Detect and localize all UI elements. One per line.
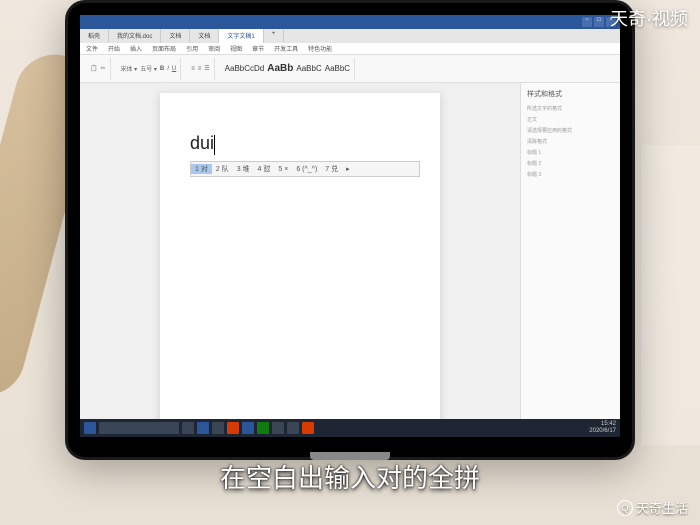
style-h3[interactable]: AaBbC [325, 64, 350, 73]
document-page[interactable]: dui 1 对 2 队 3 堆 4 怼 5 × 6 (^_^) 7 兑 ▸ [160, 93, 440, 433]
task-view-icon[interactable] [182, 422, 194, 434]
menu-review[interactable]: 审阅 [208, 44, 220, 53]
menu-home[interactable]: 开始 [108, 44, 120, 53]
menu-chapter[interactable]: 章节 [252, 44, 264, 53]
panel-title: 样式和格式 [527, 89, 614, 99]
menu-file[interactable]: 文件 [86, 44, 98, 53]
tab-home[interactable]: 稻壳 [80, 29, 109, 43]
underline-button[interactable]: U [172, 66, 176, 72]
panel-item[interactable]: 所选文字的格式 [527, 103, 614, 114]
search-box[interactable] [99, 422, 179, 434]
word-icon[interactable] [242, 422, 254, 434]
ime-cand-7[interactable]: 7 兑 [321, 164, 342, 174]
panel-item[interactable]: 标题 2 [527, 158, 614, 169]
cut-icon[interactable]: ✂ [100, 65, 105, 72]
ime-cand-2[interactable]: 2 队 [212, 164, 233, 174]
explorer-icon[interactable] [212, 422, 224, 434]
menu-ref[interactable]: 引用 [186, 44, 198, 53]
styles-group: AaBbCcDd AaBb AaBbC AaBbC [221, 58, 355, 80]
ime-cand-6[interactable]: 6 (^_^) [292, 166, 321, 173]
start-button[interactable] [84, 422, 96, 434]
menu-special[interactable]: 特色功能 [308, 44, 332, 53]
windows-taskbar: 15:42 2020/6/17 [80, 419, 620, 437]
style-h1[interactable]: AaBb [267, 63, 293, 74]
tab-doc-active[interactable]: 文字文稿1 [219, 29, 263, 43]
app-icon-4[interactable] [287, 422, 299, 434]
menu-dev[interactable]: 开发工具 [274, 44, 298, 53]
ime-next-icon[interactable]: ▸ [342, 165, 354, 173]
ime-cand-4[interactable]: 4 怼 [254, 164, 275, 174]
document-tabs: 稻壳 我的文档.doc 文档 文档 文字文稿1 + [80, 29, 620, 43]
tab-doc-1[interactable]: 我的文档.doc [109, 29, 161, 43]
watermark-bottom-right: Q 天奇生活 [617, 498, 688, 517]
ime-candidate-bar[interactable]: 1 对 2 队 3 堆 4 怼 5 × 6 (^_^) 7 兑 ▸ [190, 161, 420, 177]
tab-doc-2[interactable]: 文档 [161, 29, 190, 43]
monitor-frame: − □ × 稻壳 我的文档.doc 文档 文档 文字文稿1 + 文件 开始 插入… [65, 0, 635, 460]
watermark-top-right: 天奇·视频 [610, 5, 688, 31]
tab-doc-3[interactable]: 文档 [190, 29, 219, 43]
typed-text: dui [190, 133, 214, 153]
workspace: dui 1 对 2 队 3 堆 4 怼 5 × 6 (^_^) 7 兑 ▸ 样式… [80, 83, 620, 423]
video-subtitle: 在空白出输入对的全拼 [0, 458, 700, 495]
menu-insert[interactable]: 插入 [130, 44, 142, 53]
app-icon[interactable] [227, 422, 239, 434]
menu-layout[interactable]: 页面布局 [152, 44, 176, 53]
ribbon-menu: 文件 开始 插入 页面布局 引用 审阅 视图 章节 开发工具 特色功能 [80, 43, 620, 55]
app-icon-5[interactable] [302, 422, 314, 434]
search-circle-icon: Q [617, 500, 633, 516]
clipboard-group: 📋 ✂ [86, 58, 111, 80]
font-group: 宋体 ▾ 五号 ▾ B I U [117, 58, 182, 80]
font-size[interactable]: 五号 ▾ [140, 64, 157, 73]
ime-cand-1[interactable]: 1 对 [191, 164, 212, 174]
text-cursor [214, 135, 215, 155]
ime-cand-3[interactable]: 3 堆 [233, 164, 254, 174]
background-card [640, 145, 700, 445]
panel-item[interactable]: 标题 1 [527, 147, 614, 158]
minimize-button[interactable]: − [582, 17, 592, 27]
font-select[interactable]: 宋体 ▾ [121, 64, 138, 73]
panel-item[interactable]: 标题 3 [527, 169, 614, 180]
app-icon-2[interactable] [257, 422, 269, 434]
style-normal[interactable]: AaBbCcDd [225, 64, 265, 73]
window-titlebar: − □ × [80, 15, 620, 29]
align-center-icon[interactable]: ≡ [198, 66, 202, 72]
app-icon-3[interactable] [272, 422, 284, 434]
italic-button[interactable]: I [167, 66, 169, 72]
system-tray-clock[interactable]: 15:42 2020/6/17 [589, 421, 616, 435]
styles-panel: 样式和格式 所选文字的格式 正文 请选择要应用的格式 清除格式 标题 1 标题 … [520, 83, 620, 423]
edge-icon[interactable] [197, 422, 209, 434]
bold-button[interactable]: B [160, 66, 164, 72]
document-area: dui 1 对 2 队 3 堆 4 怼 5 × 6 (^_^) 7 兑 ▸ [80, 83, 520, 423]
style-h2[interactable]: AaBbC [296, 64, 321, 73]
menu-view[interactable]: 视图 [230, 44, 242, 53]
paragraph-group: ≡ ≡ ☰ [187, 58, 214, 80]
align-left-icon[interactable]: ≡ [191, 66, 195, 72]
panel-item[interactable]: 正文 [527, 114, 614, 125]
ime-cand-5[interactable]: 5 × [274, 166, 292, 173]
maximize-button[interactable]: □ [594, 17, 604, 27]
tab-new[interactable]: + [264, 29, 285, 43]
list-icon[interactable]: ☰ [204, 65, 209, 72]
screen: − □ × 稻壳 我的文档.doc 文档 文档 文字文稿1 + 文件 开始 插入… [80, 15, 620, 437]
ribbon-toolbar: 📋 ✂ 宋体 ▾ 五号 ▾ B I U ≡ ≡ ☰ AaBbCcDd AaBb … [80, 55, 620, 83]
paste-icon[interactable]: 📋 [90, 65, 97, 72]
panel-item: 请选择要应用的格式 [527, 125, 614, 136]
panel-item[interactable]: 清除格式 [527, 136, 614, 147]
